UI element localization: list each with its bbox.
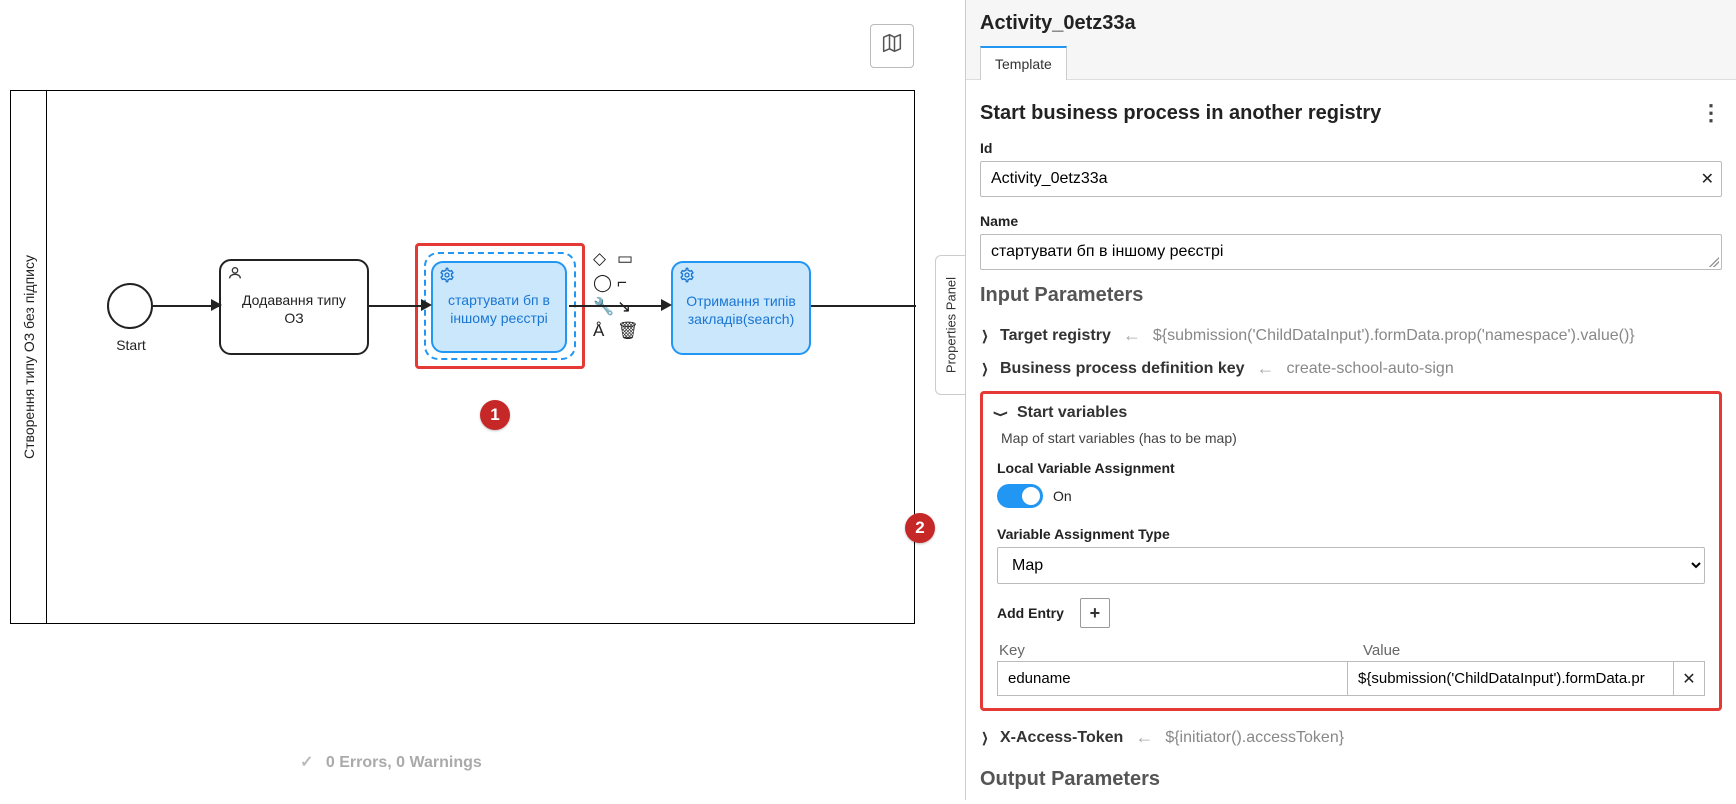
call-activity-start-bp[interactable]: стартувати бп в іншому реєстрі [431, 261, 567, 353]
chevron-down-icon: ❯ [993, 411, 1009, 416]
overview-map-button[interactable] [870, 24, 914, 68]
pool-label: Створення типу ОЗ без підпису [11, 91, 47, 623]
properties-panel-toggle-label: Properties Panel [943, 277, 958, 373]
assign-arrow-icon: ← [1123, 325, 1141, 346]
name-label: Name [980, 213, 1722, 229]
assign-arrow-icon: ← [1135, 727, 1153, 748]
gear-icon [679, 267, 695, 287]
param-x-access-token[interactable]: ❯ X-Access-Token ← ${initiator().accessT… [980, 721, 1722, 754]
param-name: Target registry [1000, 327, 1111, 345]
kv-row: ✕ [997, 661, 1705, 696]
check-icon: ✓ [300, 754, 313, 771]
arrow-head-icon [661, 299, 672, 311]
add-entry-button[interactable]: + [1080, 598, 1110, 628]
clear-id-button[interactable]: ✕ [1701, 169, 1714, 189]
start-variables-highlight: ❯ Start variables Map of start variables… [980, 391, 1722, 711]
param-value: ${submission('ChildDataInput').formData.… [1153, 327, 1635, 345]
kv-key-input[interactable] [997, 661, 1347, 696]
chevron-right-icon: ❯ [982, 361, 987, 377]
lva-toggle[interactable] [997, 484, 1043, 508]
map-icon [881, 33, 903, 59]
context-end-event-icon[interactable]: ◯ [593, 273, 612, 293]
sequence-flow[interactable] [811, 305, 916, 307]
start-variables-description: Map of start variables (has to be map) [1001, 430, 1705, 446]
context-connect-icon[interactable]: ↘ [617, 297, 631, 317]
annotation-badge-1: 1 [480, 400, 510, 430]
add-entry-row: Add Entry + [997, 598, 1705, 628]
param-target-registry[interactable]: ❯ Target registry ← ${submission('ChildD… [980, 319, 1722, 352]
bpmn-pool[interactable]: Створення типу ОЗ без підпису Start Дода… [10, 90, 915, 624]
start-event-label: Start [101, 337, 161, 353]
id-label: Id [980, 140, 1722, 156]
status-text: 0 Errors, 0 Warnings [326, 754, 482, 771]
lva-state-text: On [1053, 488, 1072, 504]
param-start-variables[interactable]: ❯ Start variables [997, 404, 1705, 428]
vat-select[interactable]: Map [997, 547, 1705, 584]
context-gateway-icon[interactable]: ◇ [593, 249, 606, 269]
name-input[interactable] [980, 234, 1722, 270]
arrow-head-icon [211, 299, 222, 311]
param-name: X-Access-Token [1000, 729, 1123, 747]
sequence-flow[interactable] [153, 305, 219, 307]
user-icon [227, 265, 243, 285]
param-name: Start variables [1017, 404, 1127, 422]
template-section-title: Start business process in another regist… [980, 100, 1722, 126]
id-input[interactable] [980, 161, 1722, 197]
annotation-badge-2: 2 [905, 513, 935, 543]
param-value: create-school-auto-sign [1287, 360, 1454, 378]
kv-value-input[interactable] [1347, 661, 1673, 696]
context-delete-icon[interactable]: 🗑 [617, 321, 639, 341]
pool-title: Створення типу ОЗ без підпису [21, 255, 37, 459]
assign-arrow-icon: ← [1257, 358, 1275, 379]
context-wrench-icon[interactable]: 🔧 [593, 297, 614, 317]
properties-header: Activity_0etz33a Template [966, 0, 1736, 80]
kebab-menu-icon[interactable]: ⋮ [1700, 100, 1722, 126]
task-label: стартувати бп в іншому реєстрі [443, 291, 555, 327]
sequence-flow[interactable] [369, 305, 427, 307]
context-annotation-icon[interactable]: ⌐ [617, 273, 627, 293]
user-task-add-type[interactable]: Додавання типу ОЗ [219, 259, 369, 355]
call-activity-get-types[interactable]: Отримання типів закладів(search) [671, 261, 811, 355]
name-input-wrap [980, 234, 1722, 270]
properties-panel: Activity_0etz33a Template Start business… [965, 0, 1736, 800]
panel-tabs: Template [980, 45, 1718, 79]
chevron-right-icon: ❯ [982, 328, 987, 344]
kv-value-header: Value [1363, 642, 1703, 659]
id-input-wrap: ✕ [980, 161, 1722, 197]
properties-body: Start business process in another regist… [966, 80, 1736, 804]
context-aa-icon[interactable]: Å [593, 321, 604, 341]
param-name: Business process definition key [1000, 360, 1245, 378]
vat-label: Variable Assignment Type [997, 526, 1705, 542]
template-section-title-text: Start business process in another regist… [980, 102, 1381, 125]
chevron-right-icon: ❯ [982, 730, 987, 746]
arrow-head-icon [421, 299, 432, 311]
tab-template[interactable]: Template [980, 46, 1067, 80]
bpmn-canvas[interactable]: Створення типу ОЗ без підпису Start Дода… [0, 0, 920, 800]
lva-toggle-wrap: On [997, 484, 1705, 508]
add-entry-label: Add Entry [997, 605, 1064, 621]
properties-title: Activity_0etz33a [980, 12, 1718, 35]
kv-key-header: Key [999, 642, 1349, 659]
task-label: Отримання типів закладів(search) [683, 292, 799, 328]
properties-panel-toggle[interactable]: Properties Panel [935, 255, 965, 395]
task-label: Додавання типу ОЗ [231, 291, 357, 327]
lva-label: Local Variable Assignment [997, 460, 1705, 476]
sequence-flow[interactable] [569, 305, 665, 307]
context-task-icon[interactable]: ▭ [617, 249, 633, 269]
status-bar: ✓ 0 Errors, 0 Warnings [0, 746, 482, 778]
param-bpd-key[interactable]: ❯ Business process definition key ← crea… [980, 352, 1722, 385]
start-event[interactable] [107, 283, 153, 329]
resize-handle-icon[interactable] [1709, 257, 1719, 267]
input-parameters-heading: Input Parameters [980, 284, 1722, 307]
param-value: ${initiator().accessToken} [1165, 729, 1344, 747]
output-parameters-heading: Output Parameters [980, 768, 1722, 791]
gear-icon [439, 267, 455, 287]
kv-remove-button[interactable]: ✕ [1673, 661, 1705, 696]
kv-header: Key Value [997, 642, 1705, 661]
